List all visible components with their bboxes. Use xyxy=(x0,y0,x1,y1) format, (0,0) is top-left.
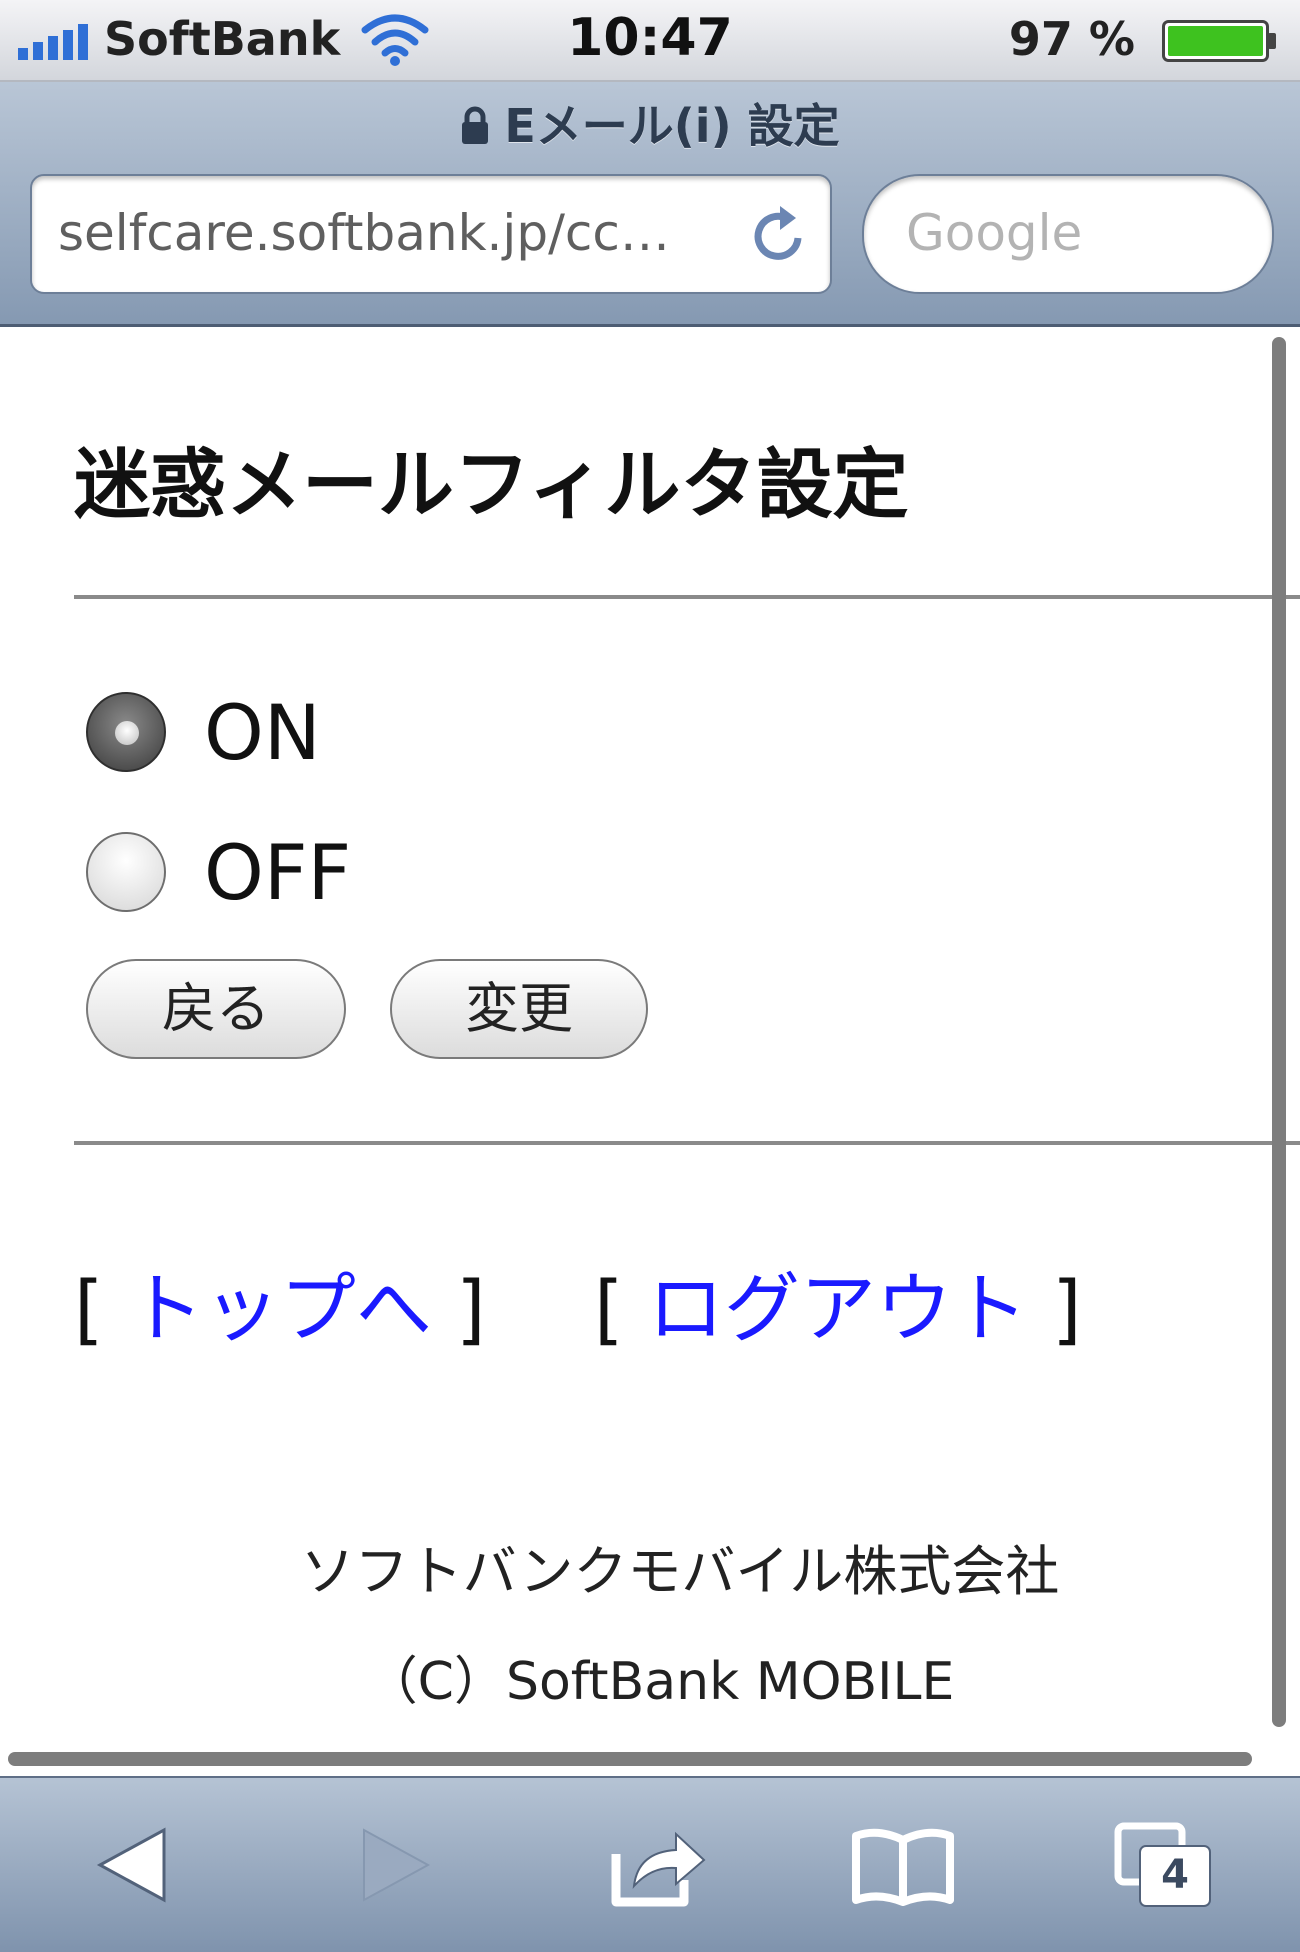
logout-link[interactable]: ログアウト xyxy=(648,1264,1028,1353)
battery-icon xyxy=(1162,20,1276,62)
bracket-open: [ xyxy=(74,1264,104,1353)
radio-label-on[interactable]: ON xyxy=(204,688,321,777)
page-content: 迷惑メールフィルタ設定 ON OFF 戻る 変更 [ トップへ ] [ ログアウ… xyxy=(0,327,1300,1766)
change-button[interactable]: 変更 xyxy=(390,959,648,1059)
radio-button-off[interactable] xyxy=(86,832,166,912)
bracket-close: ] xyxy=(1052,1264,1082,1353)
footer-links: [ トップへ ] [ ログアウト ] xyxy=(74,1247,1082,1357)
radio-button-on[interactable] xyxy=(86,692,166,772)
tabs-button[interactable]: 4 xyxy=(1110,1820,1220,1910)
page-title-bar: Eメール(i) 設定 xyxy=(0,90,1300,156)
battery-percent: 97 % xyxy=(1008,12,1135,66)
page-title: Eメール(i) 設定 xyxy=(504,99,840,153)
horizontal-scrollbar[interactable] xyxy=(8,1752,1252,1766)
back-button[interactable]: 戻る xyxy=(86,959,346,1059)
share-icon[interactable] xyxy=(604,1820,714,1910)
browser-toolbar: 4 xyxy=(0,1776,1300,1952)
radio-option-on[interactable]: ON xyxy=(86,687,321,777)
status-bar: SoftBank 10:47 97 % xyxy=(0,0,1300,82)
copyright: （C）SoftBank MOBILE xyxy=(365,1652,955,1712)
company-name: ソフトバンクモバイル株式会社 xyxy=(300,1540,1060,1603)
bracket-close: ] xyxy=(456,1264,486,1353)
radio-label-off[interactable]: OFF xyxy=(204,828,351,917)
search-field[interactable] xyxy=(862,174,1274,294)
browser-nav-bar: Eメール(i) 設定 selfcare.softbank.jp/cc… xyxy=(0,82,1300,327)
address-bar[interactable]: selfcare.softbank.jp/cc… xyxy=(30,174,832,294)
forward-arrow-icon[interactable] xyxy=(338,1820,448,1910)
divider-top xyxy=(74,595,1300,599)
bookmarks-icon[interactable] xyxy=(848,1820,958,1910)
tabs-count: 4 xyxy=(1161,1852,1189,1898)
vertical-scrollbar[interactable] xyxy=(1272,337,1286,1727)
bracket-open: [ xyxy=(594,1264,624,1353)
url-text[interactable]: selfcare.softbank.jp/cc… xyxy=(58,204,738,262)
divider-bottom xyxy=(74,1141,1300,1145)
top-link[interactable]: トップへ xyxy=(128,1264,432,1353)
lock-icon xyxy=(462,106,489,144)
search-input[interactable] xyxy=(904,196,1248,270)
back-arrow-icon[interactable] xyxy=(80,1820,190,1910)
radio-option-off[interactable]: OFF xyxy=(86,827,351,917)
page-heading: 迷惑メールフィルタ設定 xyxy=(74,440,909,529)
reload-icon[interactable] xyxy=(750,204,810,268)
